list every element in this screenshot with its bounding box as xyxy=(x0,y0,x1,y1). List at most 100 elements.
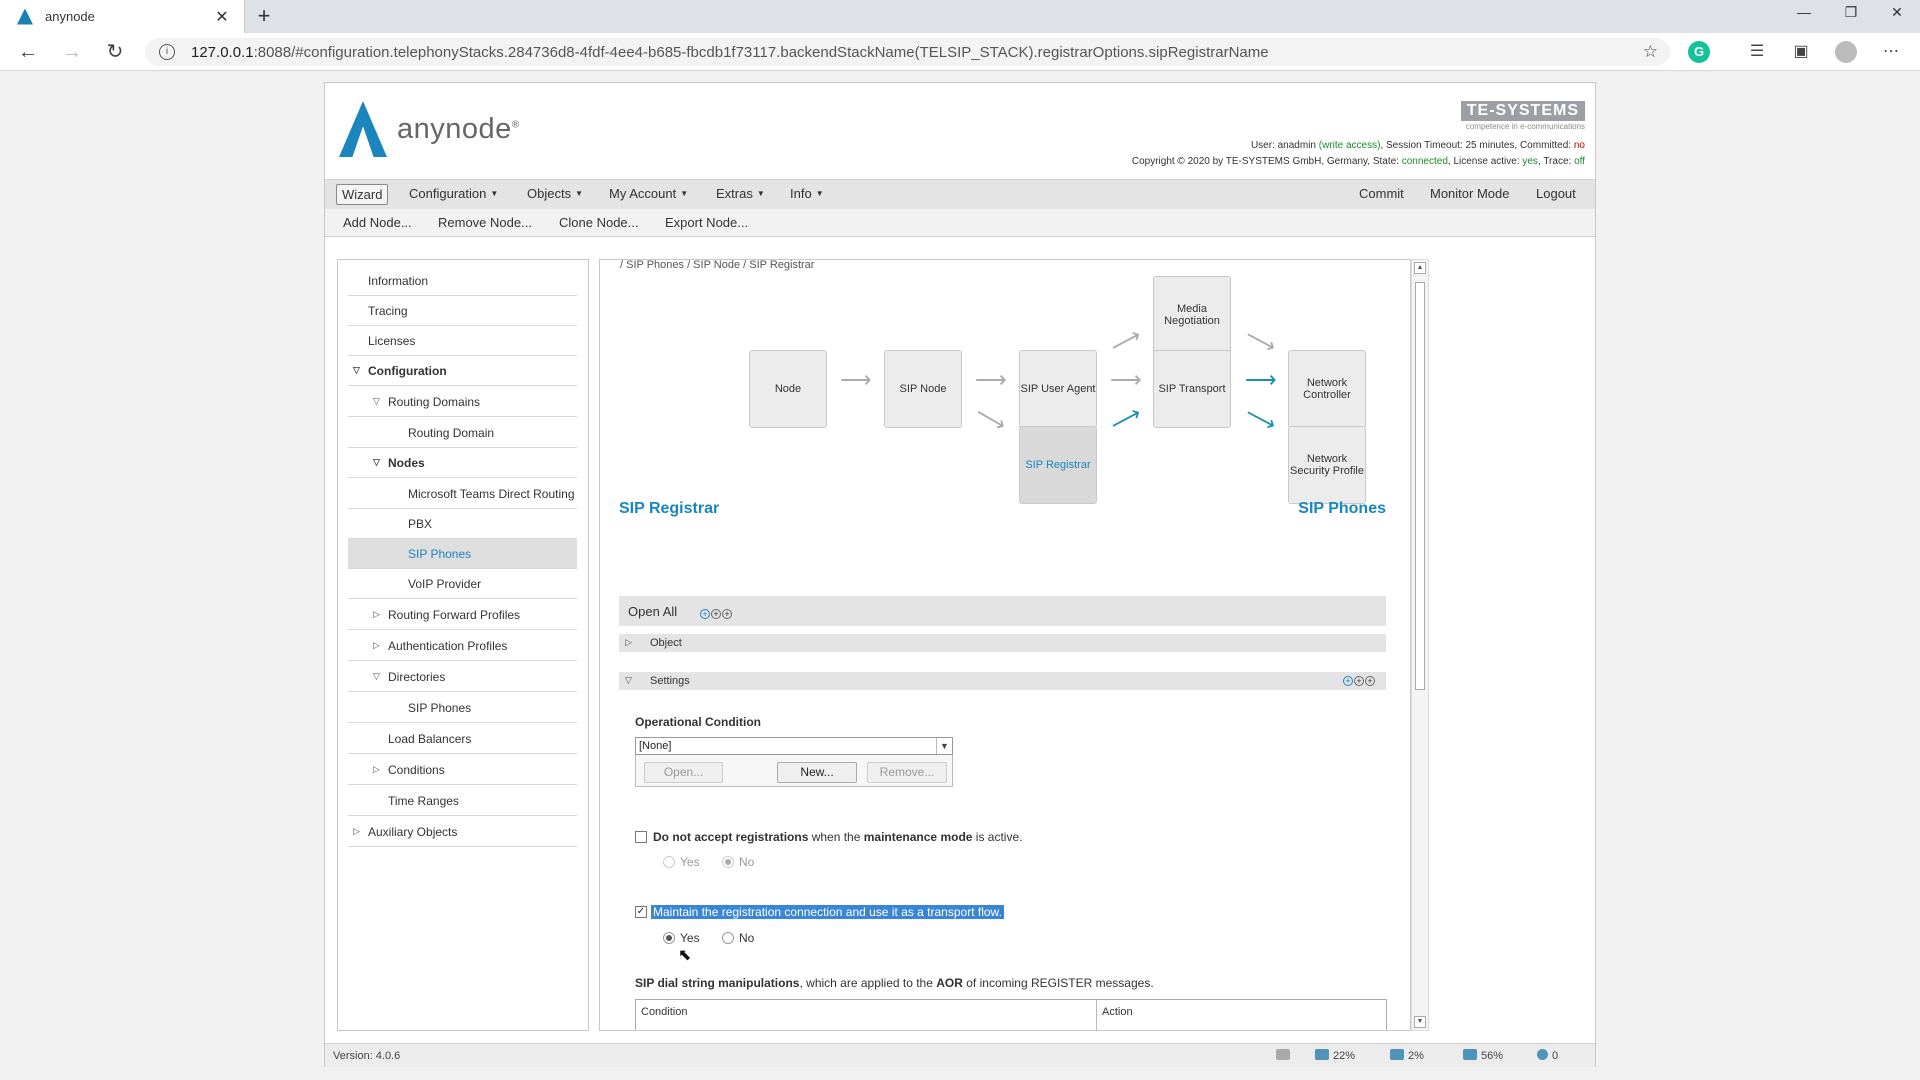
maintain-no-radio[interactable] xyxy=(722,932,734,944)
expand-triangle-icon[interactable]: ▽ xyxy=(625,675,632,686)
tab-close-icon[interactable]: ✕ xyxy=(212,7,232,27)
sidebar-item-routing-domains[interactable]: ▽ Routing Domains xyxy=(348,387,577,417)
expand-triangle-icon[interactable]: ▽ xyxy=(373,457,382,468)
remove-node-button[interactable]: Remove Node... xyxy=(438,215,532,230)
expand-plus-icon[interactable]: + xyxy=(1343,676,1353,686)
maintenance-no-radio[interactable] xyxy=(722,856,734,868)
wizard-button[interactable]: Wizard xyxy=(336,184,389,205)
sidebar-item-time-ranges[interactable]: Time Ranges xyxy=(348,786,577,816)
diagram-sip-transport-box[interactable]: SIP Transport xyxy=(1153,350,1231,428)
expand-level-icon[interactable]: + xyxy=(711,609,721,619)
column-header-condition[interactable]: Condition xyxy=(641,1006,687,1018)
collapse-triangle-icon[interactable]: ▷ xyxy=(373,609,382,620)
sidebar-item-auxiliary-objects[interactable]: ▷ Auxiliary Objects xyxy=(348,817,577,847)
sidebar-item-sip-phones[interactable]: SIP Phones xyxy=(348,539,577,569)
column-header-action[interactable]: Action xyxy=(1102,1006,1133,1018)
add-node-button[interactable]: Add Node... xyxy=(343,215,412,230)
brand-name: TE-SYSTEMS xyxy=(1460,101,1585,121)
menu-my-account[interactable]: My Account ▼ xyxy=(609,186,688,201)
restore-window-button[interactable]: ❐ xyxy=(1828,0,1874,33)
collapse-triangle-icon[interactable]: ▷ xyxy=(625,637,632,648)
maintain-registration-label: Maintain the registration connection and… xyxy=(651,905,1004,919)
sidebar-item-ms-teams[interactable]: Microsoft Teams Direct Routing xyxy=(348,479,577,509)
section-object[interactable]: ▷ Object xyxy=(619,634,1386,652)
clone-node-button[interactable]: Clone Node... xyxy=(559,215,639,230)
sidebar-item-configuration[interactable]: ▽ Configuration xyxy=(348,356,577,386)
new-tab-button[interactable]: + xyxy=(252,4,276,28)
expand-plus-icon[interactable]: + xyxy=(700,609,710,619)
browser-tab[interactable]: anynode ✕ xyxy=(0,0,245,33)
expand-level-icon[interactable]: + xyxy=(1354,676,1364,686)
collections-icon[interactable]: ▣ xyxy=(1790,41,1812,63)
site-info-icon[interactable]: i xyxy=(159,44,175,60)
diagram-sip-registrar-box[interactable]: SIP Registrar xyxy=(1019,426,1097,504)
diagram-network-controller-box[interactable]: Network Controller xyxy=(1288,350,1366,428)
collapse-icon[interactable]: + xyxy=(1365,676,1375,686)
diagram-arrow-icon: ⟶ xyxy=(1241,322,1281,360)
diagram-node-box[interactable]: Node xyxy=(749,350,827,428)
forward-arrow-icon[interactable]: → xyxy=(58,39,86,65)
back-arrow-icon[interactable]: ← xyxy=(14,39,42,65)
diagram-media-negotiation-box[interactable]: Media Negotiation xyxy=(1153,276,1231,354)
open-condition-button[interactable]: Open... xyxy=(644,762,723,783)
sidebar-item-routing-domain[interactable]: Routing Domain xyxy=(348,418,577,448)
bookmark-star-icon[interactable]: ☆ xyxy=(1643,42,1658,62)
main-scrollbar[interactable]: ▲ ▼ xyxy=(1411,259,1429,1031)
sidebar-item-tracing[interactable]: Tracing xyxy=(348,296,577,326)
grammarly-extension-icon[interactable]: G xyxy=(1688,41,1710,63)
maintain-yes-radio[interactable] xyxy=(663,932,675,944)
chevron-down-icon[interactable]: ▼ xyxy=(936,738,952,754)
menu-configuration[interactable]: Configuration ▼ xyxy=(409,186,498,201)
menu-info[interactable]: Info ▼ xyxy=(790,186,824,201)
diagram-arrow-icon: ⟶ xyxy=(840,367,872,392)
monitor-mode-button[interactable]: Monitor Mode xyxy=(1430,186,1509,201)
expand-triangle-icon[interactable]: ▽ xyxy=(353,365,362,376)
maintenance-yes-radio[interactable] xyxy=(663,856,675,868)
sidebar-item-nodes[interactable]: ▽ Nodes xyxy=(348,448,577,478)
sidebar-item-load-balancers[interactable]: Load Balancers xyxy=(348,724,577,754)
url-field[interactable]: i 127.0.0.1:8088/#configuration.telephon… xyxy=(145,38,1670,66)
menu-extras[interactable]: Extras ▼ xyxy=(716,186,765,201)
sidebar-item-voip-provider[interactable]: VoIP Provider xyxy=(348,569,577,599)
more-menu-icon[interactable]: ⋯ xyxy=(1880,41,1902,63)
collapse-triangle-icon[interactable]: ▷ xyxy=(353,826,362,837)
minimize-window-button[interactable]: — xyxy=(1781,0,1827,33)
scroll-up-icon[interactable]: ▲ xyxy=(1414,262,1426,274)
parent-node-title[interactable]: SIP Phones xyxy=(1298,500,1386,518)
profile-avatar-icon[interactable] xyxy=(1835,41,1857,63)
maintain-registration-checkbox[interactable]: ✓ xyxy=(635,906,647,918)
diagram-sip-user-agent-box[interactable]: SIP User Agent xyxy=(1019,350,1097,428)
collapse-triangle-icon[interactable]: ▷ xyxy=(373,640,382,651)
diagram-network-security-profile-box[interactable]: Network Security Profile xyxy=(1288,426,1366,504)
close-window-button[interactable]: ✕ xyxy=(1874,0,1920,33)
sidebar-item-routing-forward-profiles[interactable]: ▷ Routing Forward Profiles xyxy=(348,600,577,630)
expand-triangle-icon[interactable]: ▽ xyxy=(373,671,382,682)
expand-triangle-icon[interactable]: ▽ xyxy=(373,396,382,407)
collapse-triangle-icon[interactable]: ▷ xyxy=(373,764,382,775)
new-condition-button[interactable]: New... xyxy=(777,762,857,783)
brand-tagline: competence in e-communications xyxy=(1465,122,1585,131)
sidebar-item-directories[interactable]: ▽ Directories xyxy=(348,662,577,692)
maintenance-mode-checkbox[interactable] xyxy=(635,831,647,843)
scroll-down-icon[interactable]: ▼ xyxy=(1414,1016,1426,1028)
sidebar-item-pbx[interactable]: PBX xyxy=(348,509,577,539)
diagram-sip-node-box[interactable]: SIP Node xyxy=(884,350,962,428)
section-settings[interactable]: ▽ Settings + + + xyxy=(619,672,1386,690)
sidebar-item-conditions[interactable]: ▷ Conditions xyxy=(348,755,577,785)
sidebar-item-information[interactable]: Information xyxy=(348,266,577,296)
reload-icon[interactable]: ↻ xyxy=(101,39,129,65)
logout-button[interactable]: Logout xyxy=(1536,186,1576,201)
operational-condition-select[interactable]: [None] ▼ xyxy=(635,737,953,755)
remove-condition-button[interactable]: Remove... xyxy=(867,762,947,783)
open-all-button[interactable]: Open All xyxy=(628,604,677,619)
license-status: Copyright © 2020 by TE-SYSTEMS GmbH, Ger… xyxy=(1131,156,1585,167)
favorites-icon[interactable]: ☰ xyxy=(1746,41,1768,63)
sidebar-item-licenses[interactable]: Licenses xyxy=(348,326,577,356)
commit-button[interactable]: Commit xyxy=(1359,186,1404,201)
sidebar-item-directory-sip-phones[interactable]: SIP Phones xyxy=(348,693,577,723)
export-node-button[interactable]: Export Node... xyxy=(665,215,748,230)
collapse-icon[interactable]: + xyxy=(722,609,732,619)
menu-objects[interactable]: Objects ▼ xyxy=(527,186,583,201)
sidebar-item-authentication-profiles[interactable]: ▷ Authentication Profiles xyxy=(348,631,577,661)
scroll-thumb[interactable] xyxy=(1415,282,1425,690)
